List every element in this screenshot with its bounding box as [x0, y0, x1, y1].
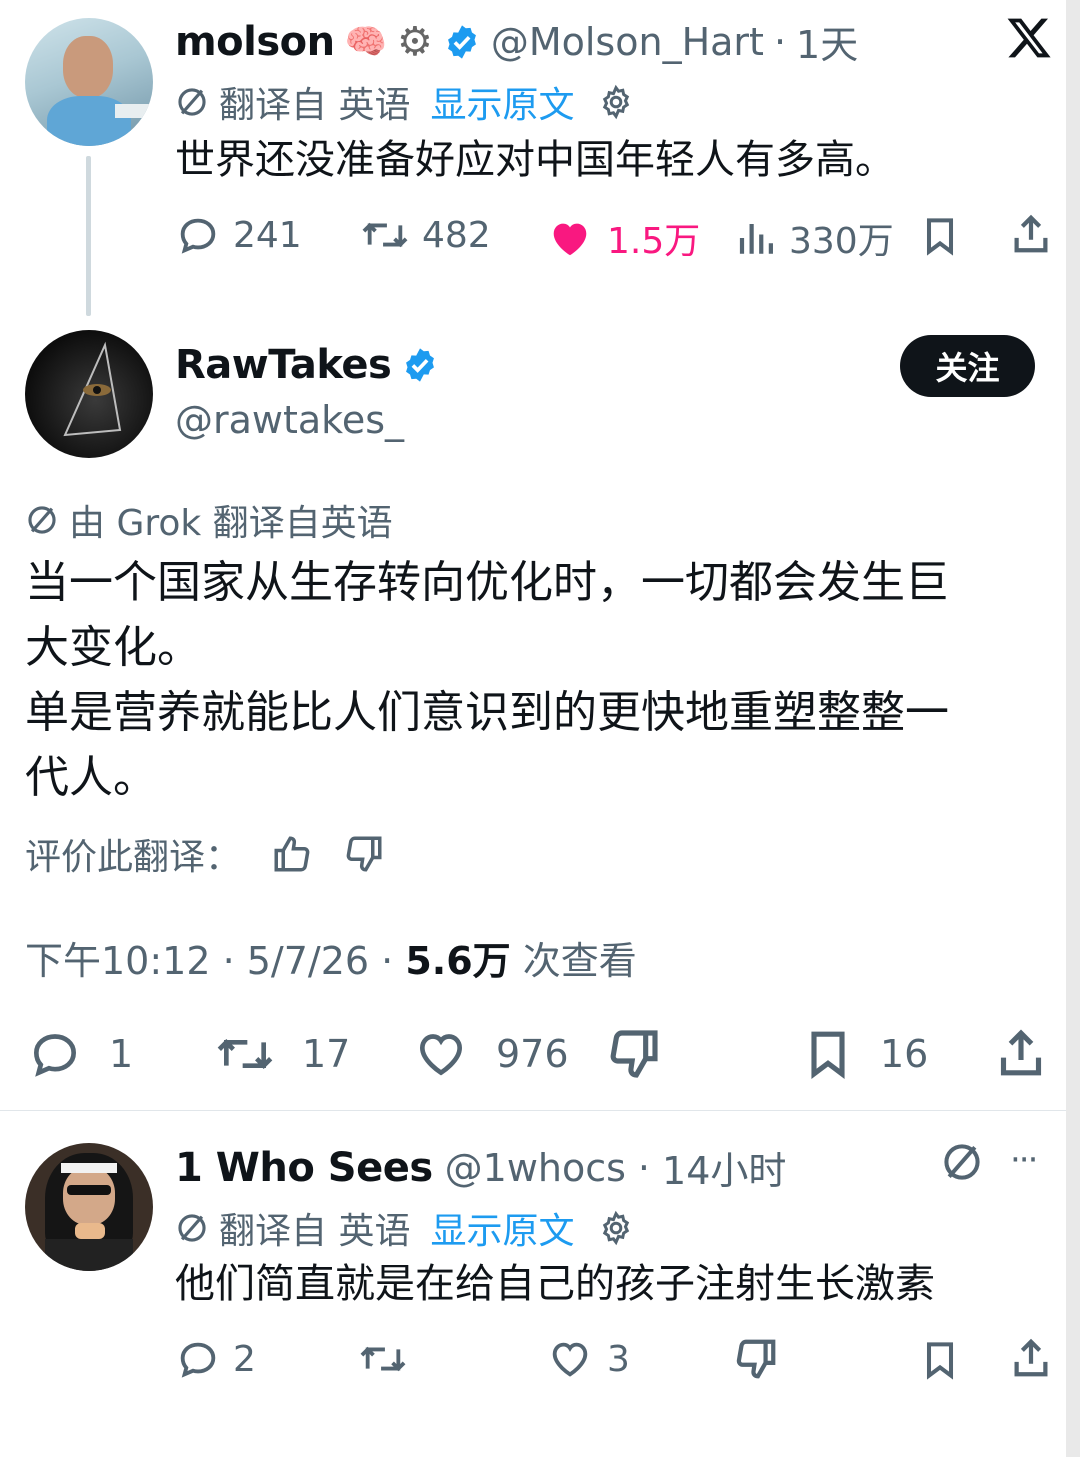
- grok-translation-label: 由 Grok 翻译自英语: [69, 503, 393, 544]
- views-label: 次查看: [510, 939, 637, 983]
- author-name-reply[interactable]: 1 Who Sees: [175, 1145, 433, 1191]
- thumbs-up-icon[interactable]: [271, 833, 313, 875]
- tweet-text-line-3: 单是营养就能比人们意识到的更快地重塑整整一: [25, 687, 949, 738]
- translated-from-label: 翻译自 英语: [219, 85, 411, 126]
- tweet-text-line-2: 大变化。: [25, 622, 201, 673]
- more-options-icon[interactable]: ···: [1010, 1140, 1038, 1180]
- tweet-text-line-1: 当一个国家从生存转向优化时，一切都会发生巨: [25, 557, 949, 608]
- dislike-icon[interactable]: [733, 1336, 779, 1382]
- like-button-reply[interactable]: 3: [545, 1336, 630, 1382]
- views-count: 5.6万: [405, 939, 511, 983]
- reply-icon: [25, 1026, 85, 1082]
- reply-count-reply: 2: [233, 1338, 256, 1380]
- translated-from-label: 翻译自 英语: [219, 1211, 411, 1252]
- author-handle[interactable]: @Molson_Hart: [491, 20, 764, 64]
- retweet-icon[interactable]: [358, 1336, 408, 1382]
- translate-icon: [175, 1211, 209, 1245]
- heart-outline-icon: [545, 1336, 595, 1382]
- verified-badge-icon: [443, 23, 481, 61]
- views-bar-chart-icon: [735, 215, 777, 261]
- heart-filled-icon: [545, 215, 595, 261]
- settings-gear-icon[interactable]: [598, 1210, 634, 1246]
- reply-button-reply[interactable]: 2: [175, 1336, 256, 1382]
- bookmark-icon: [800, 1026, 856, 1082]
- heart-outline-icon: [410, 1026, 472, 1082]
- separator-dot: ·: [773, 19, 787, 64]
- like-button-main[interactable]: 976: [410, 1026, 569, 1082]
- thumbs-down-icon[interactable]: [343, 833, 385, 875]
- x-logo-icon[interactable]: [1005, 14, 1053, 62]
- reply-icon: [175, 212, 221, 258]
- views-button[interactable]: 330万: [735, 212, 894, 264]
- settings-gear-icon[interactable]: [598, 84, 634, 120]
- post-time[interactable]: 1天: [796, 14, 858, 69]
- gear-emoji-icon: ⚙: [396, 18, 433, 65]
- retweet-icon: [212, 1026, 278, 1082]
- like-count-reply: 3: [607, 1338, 630, 1380]
- reply-count-main: 1: [109, 1032, 134, 1076]
- author-handle-reply[interactable]: @1whocs: [445, 1146, 626, 1190]
- share-icon[interactable]: [1008, 210, 1054, 258]
- thread-line: [86, 156, 91, 316]
- retweet-button-main[interactable]: 17: [212, 1026, 350, 1082]
- view-count: 330万: [789, 221, 894, 262]
- avatar-molson[interactable]: [25, 18, 153, 146]
- reply-count: 241: [233, 214, 302, 256]
- show-original-link[interactable]: 显示原文: [430, 1202, 574, 1254]
- bookmark-button-main[interactable]: 16: [800, 1026, 928, 1082]
- translate-icon: [175, 85, 209, 119]
- reply-text: 他们简直就是在给自己的孩子注射生长激素: [175, 1261, 935, 1307]
- bookmark-icon[interactable]: [918, 212, 962, 260]
- post-timestamp[interactable]: 下午10:12 · 5/7/26 ·: [25, 939, 405, 983]
- avatar-1whosees[interactable]: [25, 1143, 153, 1271]
- bookmark-count-main: 16: [880, 1032, 929, 1076]
- retweet-button[interactable]: 482: [360, 212, 491, 258]
- author-name[interactable]: molson: [175, 19, 335, 65]
- author-name-main[interactable]: RawTakes: [175, 342, 392, 388]
- avatar-rawtakes[interactable]: [25, 330, 153, 458]
- post-time-reply[interactable]: 14小时: [662, 1140, 786, 1195]
- follow-button-label: 关注: [935, 349, 1000, 387]
- rate-translation-label: 评价此翻译：: [25, 837, 242, 878]
- author-handle-main[interactable]: @rawtakes_: [175, 398, 404, 442]
- show-original-link[interactable]: 显示原文: [430, 76, 574, 128]
- tweet-text: 世界还没准备好应对中国年轻人有多高。: [175, 137, 895, 183]
- divider: [0, 1110, 1066, 1111]
- dislike-icon[interactable]: [605, 1026, 663, 1082]
- like-count-main: 976: [496, 1032, 569, 1076]
- reply-icon: [175, 1336, 221, 1382]
- follow-button[interactable]: 关注: [900, 335, 1035, 397]
- translate-icon: [25, 503, 59, 537]
- tweet-text-line-4: 代人。: [25, 752, 157, 803]
- retweet-count: 482: [422, 214, 491, 256]
- retweet-icon: [360, 212, 410, 258]
- like-button-active[interactable]: 1.5万: [545, 212, 700, 264]
- verified-badge-icon: [401, 346, 439, 384]
- reply-button[interactable]: 241: [175, 212, 302, 258]
- reply-button-main[interactable]: 1: [25, 1026, 133, 1082]
- separator-dot: ·: [637, 1145, 651, 1190]
- brain-icon: 🧠: [344, 21, 387, 62]
- translate-toggle-icon[interactable]: [940, 1140, 984, 1184]
- retweet-count-main: 17: [302, 1032, 351, 1076]
- share-icon[interactable]: [993, 1024, 1049, 1082]
- like-count: 1.5万: [607, 221, 701, 262]
- share-icon[interactable]: [1008, 1334, 1054, 1382]
- scrollbar-track[interactable]: [1066, 0, 1080, 1457]
- bookmark-icon[interactable]: [918, 1336, 962, 1384]
